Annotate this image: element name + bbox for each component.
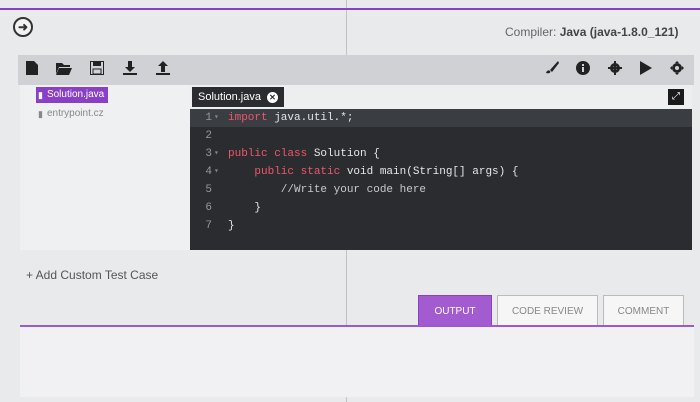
tab-code-review[interactable]: CODE REVIEW (497, 295, 598, 327)
compiler-value[interactable]: Java (java-1.8.0_121) (560, 25, 679, 39)
code-keyword: public static (228, 166, 341, 178)
expand-icon[interactable]: ⤢ (668, 89, 684, 105)
tab-solution-java[interactable]: Solution.java ✕ (192, 87, 284, 107)
fold-toggle-icon[interactable]: ▾ (214, 145, 219, 163)
save-icon[interactable] (90, 61, 104, 79)
code-token: void main(String[] args) { (340, 166, 519, 178)
code-text[interactable]: //Write your code here (228, 181, 426, 199)
upload-icon[interactable] (156, 61, 170, 79)
code-text[interactable]: } (228, 217, 235, 235)
fold-toggle-icon[interactable]: ▾ (214, 109, 219, 127)
code-line[interactable]: 5 //Write your code here (190, 181, 692, 199)
code-text[interactable]: public class Solution { (228, 145, 380, 163)
add-custom-test-case-link[interactable]: + Add Custom Test Case (26, 268, 158, 282)
code-line[interactable]: 4 ▾ public static void main(String[] args… (190, 163, 692, 181)
line-number: 7 (205, 220, 212, 232)
code-line[interactable]: 7} (190, 217, 692, 235)
output-panel (20, 327, 694, 397)
code-line[interactable]: 3 ▾ public class Solution { (190, 145, 692, 163)
line-number: 5 (205, 184, 212, 196)
code-text[interactable]: } (228, 199, 261, 217)
editor-tab-strip: Solution.java ✕ ⤢ (190, 85, 692, 109)
code-line[interactable]: 2 (190, 127, 692, 145)
code-keyword: public class (228, 148, 308, 160)
file-icon: ▮ (38, 109, 43, 119)
gear-icon[interactable] (608, 61, 622, 79)
forward-arrow-icon[interactable]: ➜ (13, 17, 33, 37)
tab-comment[interactable]: COMMENT (603, 295, 684, 327)
fold-toggle-icon[interactable]: ▾ (214, 163, 219, 181)
file-name: entrypoint.cz (46, 108, 104, 119)
compiler-info: Compiler: Java (java-1.8.0_121) (505, 25, 678, 39)
code-editor[interactable]: Solution.java ✕ ⤢ 1 ▾ import java.util.*; 2… (190, 85, 692, 250)
file-icon: ▮ (38, 90, 43, 100)
top-accent-bar (0, 8, 700, 10)
play-icon[interactable] (640, 61, 652, 79)
close-icon[interactable]: ✕ (267, 91, 278, 103)
file-icon[interactable] (26, 61, 38, 79)
tab-label: Solution.java (198, 91, 261, 103)
code-token: java.util.*; (267, 112, 354, 124)
line-number: 2 (205, 130, 212, 142)
code-text[interactable]: import java.util.*; (228, 109, 353, 127)
file-item-entrypoint[interactable]: ▮ entrypoint.cz (36, 106, 108, 122)
tab-output[interactable]: OUTPUT (418, 295, 492, 327)
editor-toolbar (18, 55, 694, 85)
folder-open-icon[interactable] (56, 61, 72, 79)
code-line[interactable]: 6 } (190, 199, 692, 217)
brush-icon[interactable] (545, 61, 559, 79)
code-token: } (228, 202, 262, 214)
line-number: 3 (205, 148, 212, 160)
code-text[interactable]: public static void main(String[] args) { (228, 163, 518, 181)
code-token: } (228, 220, 235, 232)
code-lines[interactable]: 1 ▾ import java.util.*; 2 3 ▾ public class Sol… (190, 109, 692, 250)
line-number: 4 (205, 166, 212, 178)
file-sidebar: ▮ Solution.java ▮ entrypoint.cz (20, 85, 190, 250)
file-name: Solution.java (46, 89, 105, 100)
settings-icon[interactable] (670, 61, 684, 79)
line-number: 6 (205, 202, 212, 214)
line-number: 1 (205, 112, 212, 124)
code-keyword: import (228, 112, 268, 124)
download-icon[interactable] (123, 61, 137, 79)
code-comment: //Write your code here (228, 184, 427, 196)
compiler-label: Compiler: (505, 25, 557, 39)
info-icon[interactable] (576, 61, 590, 79)
code-token: Solution { (307, 148, 380, 160)
file-item-solution[interactable]: ▮ Solution.java (36, 87, 109, 103)
code-line[interactable]: 1 ▾ import java.util.*; (190, 109, 692, 127)
